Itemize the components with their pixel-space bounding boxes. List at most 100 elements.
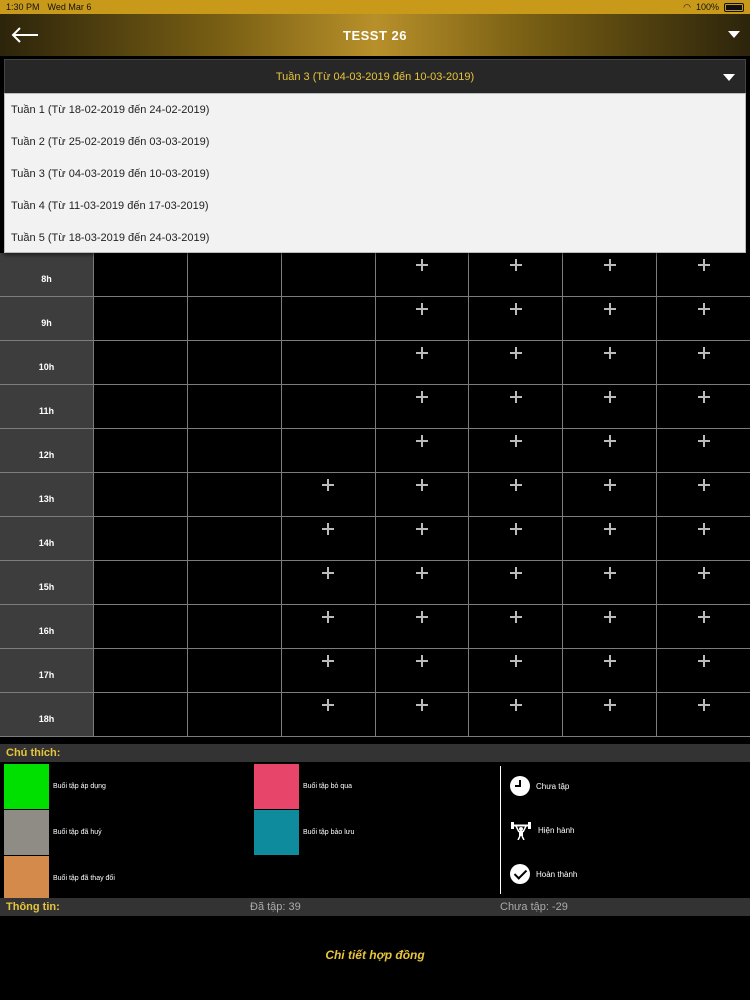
plus-icon[interactable] xyxy=(322,699,335,711)
schedule-slot[interactable] xyxy=(469,649,564,692)
schedule-slot[interactable] xyxy=(282,473,376,516)
schedule-slot[interactable] xyxy=(657,341,750,384)
plus-icon[interactable] xyxy=(697,435,710,447)
schedule-slot[interactable] xyxy=(563,561,658,604)
plus-icon[interactable] xyxy=(509,259,522,271)
plus-icon[interactable] xyxy=(416,611,428,623)
schedule-slot[interactable] xyxy=(657,429,750,472)
plus-icon[interactable] xyxy=(416,259,428,271)
schedule-slot[interactable] xyxy=(282,649,376,692)
schedule-slot[interactable] xyxy=(282,561,376,604)
schedule-slot[interactable] xyxy=(469,297,564,340)
plus-icon[interactable] xyxy=(416,699,428,711)
plus-icon[interactable] xyxy=(603,259,616,271)
week-option[interactable]: Tuần 1 (Từ 18-02-2019 đến 24-02-2019) xyxy=(5,94,745,126)
plus-icon[interactable] xyxy=(416,479,428,491)
plus-icon[interactable] xyxy=(697,699,710,711)
week-option[interactable]: Tuần 3 (Từ 04-03-2019 đến 10-03-2019) xyxy=(5,158,745,190)
schedule-slot[interactable] xyxy=(657,693,750,736)
schedule-slot[interactable] xyxy=(469,473,564,516)
schedule-slot[interactable] xyxy=(376,693,470,736)
plus-icon[interactable] xyxy=(322,479,335,491)
schedule-slot[interactable] xyxy=(469,693,564,736)
plus-icon[interactable] xyxy=(603,567,616,579)
schedule-slot[interactable] xyxy=(563,473,658,516)
plus-icon[interactable] xyxy=(509,435,522,447)
plus-icon[interactable] xyxy=(416,655,428,667)
plus-icon[interactable] xyxy=(322,567,335,579)
plus-icon[interactable] xyxy=(416,567,428,579)
schedule-slot[interactable] xyxy=(469,429,564,472)
schedule-slot[interactable] xyxy=(563,341,658,384)
schedule-slot[interactable] xyxy=(469,517,564,560)
schedule-slot[interactable] xyxy=(657,253,750,296)
schedule-slot[interactable] xyxy=(657,297,750,340)
plus-icon[interactable] xyxy=(509,303,522,315)
schedule-slot[interactable] xyxy=(563,385,658,428)
plus-icon[interactable] xyxy=(509,391,522,403)
plus-icon[interactable] xyxy=(416,391,428,403)
schedule-slot[interactable] xyxy=(282,605,376,648)
plus-icon[interactable] xyxy=(603,435,616,447)
plus-icon[interactable] xyxy=(416,435,428,447)
week-option[interactable]: Tuần 2 (Từ 25-02-2019 đến 03-03-2019) xyxy=(5,126,745,158)
schedule-slot[interactable] xyxy=(469,253,564,296)
plus-icon[interactable] xyxy=(509,523,522,535)
schedule-slot[interactable] xyxy=(657,605,750,648)
plus-icon[interactable] xyxy=(603,655,616,667)
schedule-slot[interactable] xyxy=(376,473,470,516)
plus-icon[interactable] xyxy=(603,479,616,491)
chevron-down-icon[interactable] xyxy=(723,74,735,81)
schedule-slot[interactable] xyxy=(376,605,470,648)
plus-icon[interactable] xyxy=(509,611,522,623)
schedule-slot[interactable] xyxy=(563,429,658,472)
schedule-slot[interactable] xyxy=(657,385,750,428)
plus-icon[interactable] xyxy=(697,655,710,667)
plus-icon[interactable] xyxy=(697,611,710,623)
plus-icon[interactable] xyxy=(697,567,710,579)
schedule-slot[interactable] xyxy=(376,429,470,472)
week-option[interactable]: Tuần 5 (Từ 18-03-2019 đến 24-03-2019) xyxy=(5,222,745,254)
plus-icon[interactable] xyxy=(697,259,710,271)
schedule-slot[interactable] xyxy=(376,385,470,428)
week-option[interactable]: Tuần 4 (Từ 11-03-2019 đến 17-03-2019) xyxy=(5,190,745,222)
schedule-slot[interactable] xyxy=(657,517,750,560)
schedule-slot[interactable] xyxy=(563,517,658,560)
caret-down-icon[interactable] xyxy=(728,31,740,38)
plus-icon[interactable] xyxy=(697,523,710,535)
plus-icon[interactable] xyxy=(603,523,616,535)
contract-details-link[interactable]: Chi tiết hợp đồng xyxy=(0,948,750,962)
plus-icon[interactable] xyxy=(322,611,335,623)
schedule-slot[interactable] xyxy=(657,473,750,516)
plus-icon[interactable] xyxy=(322,655,335,667)
plus-icon[interactable] xyxy=(509,347,522,359)
plus-icon[interactable] xyxy=(416,347,428,359)
plus-icon[interactable] xyxy=(416,523,428,535)
schedule-slot[interactable] xyxy=(563,605,658,648)
schedule-slot[interactable] xyxy=(563,649,658,692)
schedule-slot[interactable] xyxy=(657,649,750,692)
plus-icon[interactable] xyxy=(697,391,710,403)
schedule-slot[interactable] xyxy=(563,253,658,296)
schedule-slot[interactable] xyxy=(469,561,564,604)
plus-icon[interactable] xyxy=(603,347,616,359)
schedule-slot[interactable] xyxy=(282,693,376,736)
schedule-slot[interactable] xyxy=(376,341,470,384)
schedule-slot[interactable] xyxy=(376,297,470,340)
plus-icon[interactable] xyxy=(509,567,522,579)
plus-icon[interactable] xyxy=(603,699,616,711)
plus-icon[interactable] xyxy=(509,699,522,711)
plus-icon[interactable] xyxy=(603,303,616,315)
plus-icon[interactable] xyxy=(697,303,710,315)
schedule-slot[interactable] xyxy=(376,253,470,296)
plus-icon[interactable] xyxy=(603,611,616,623)
plus-icon[interactable] xyxy=(697,347,710,359)
schedule-slot[interactable] xyxy=(469,385,564,428)
plus-icon[interactable] xyxy=(509,479,522,491)
schedule-slot[interactable] xyxy=(282,517,376,560)
plus-icon[interactable] xyxy=(509,655,522,667)
plus-icon[interactable] xyxy=(697,479,710,491)
schedule-slot[interactable] xyxy=(563,693,658,736)
week-select[interactable]: Tuần 3 (Từ 04-03-2019 đến 10-03-2019) xyxy=(4,59,746,94)
arrow-left-icon[interactable] xyxy=(10,24,40,46)
